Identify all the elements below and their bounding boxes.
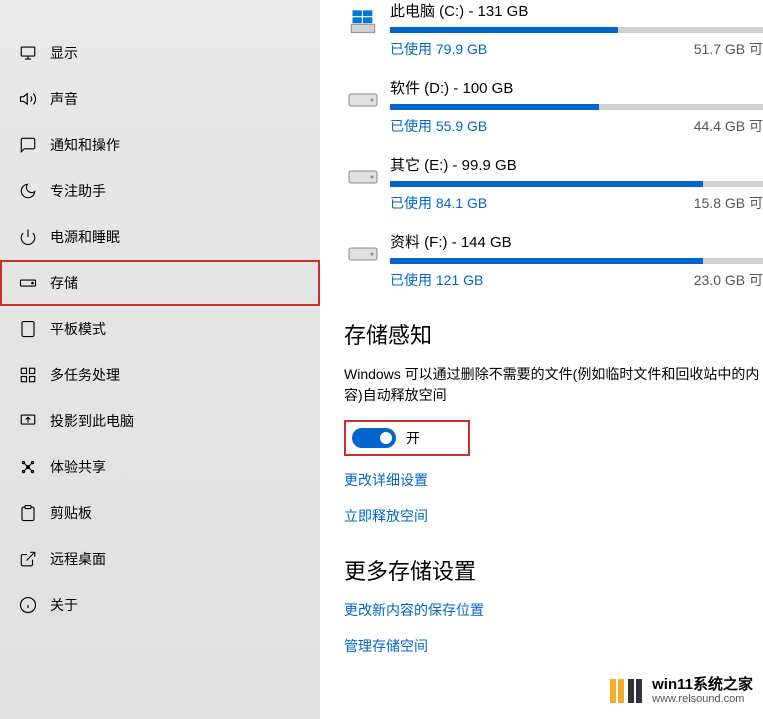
sidebar-item-label: 平板模式 (50, 319, 106, 339)
notification-icon (18, 135, 38, 155)
sidebar-item-label: 专注助手 (50, 181, 106, 201)
sidebar-item-storage[interactable]: 存储 (0, 260, 320, 306)
remote-icon (18, 549, 38, 569)
sidebar-item-label: 显示 (50, 43, 78, 63)
hdd-icon (344, 164, 382, 188)
clipboard-icon (18, 503, 38, 523)
storage-sense-title: 存储感知 (344, 318, 763, 350)
drive-progress-bar (390, 181, 763, 187)
sound-icon (18, 89, 38, 109)
sidebar-item-power[interactable]: 电源和睡眠 (0, 214, 320, 260)
sidebar-item-projecting[interactable]: 投影到此电脑 (0, 398, 320, 444)
sidebar-item-clipboard[interactable]: 剪贴板 (0, 490, 320, 536)
storage-sense-toggle-row: 开 (344, 420, 470, 456)
projecting-icon (18, 411, 38, 431)
sidebar-item-label: 体验共享 (50, 457, 106, 477)
drive-progress-bar (390, 258, 763, 264)
drive-free: 44.4 GB 可 (694, 116, 763, 136)
power-icon (18, 227, 38, 247)
sidebar-item-label: 声音 (50, 89, 78, 109)
sidebar-item-label: 投影到此电脑 (50, 411, 134, 431)
about-icon (18, 595, 38, 615)
sidebar-item-label: 剪贴板 (50, 503, 92, 523)
drive-f[interactable]: 资料 (F:) - 144 GB 已使用 121 GB 23.0 GB 可 (344, 231, 763, 290)
main-content: 此电脑 (C:) - 131 GB 已使用 79.9 GB 51.7 GB 可 … (320, 0, 763, 719)
drive-d[interactable]: 软件 (D:) - 100 GB 已使用 55.9 GB 44.4 GB 可 (344, 77, 763, 136)
sidebar-item-label: 关于 (50, 595, 78, 615)
more-settings-title: 更多存储设置 (344, 554, 763, 586)
shared-icon (18, 457, 38, 477)
sidebar-item-notifications[interactable]: 通知和操作 (0, 122, 320, 168)
sidebar-item-label: 通知和操作 (50, 135, 120, 155)
sidebar-item-about[interactable]: 关于 (0, 582, 320, 628)
sidebar-item-remote[interactable]: 远程桌面 (0, 536, 320, 582)
storage-sense-desc: Windows 可以通过删除不需要的文件(例如临时文件和回收站中的内容)自动释放… (344, 364, 763, 406)
windows-drive-icon (344, 10, 382, 34)
free-space-link[interactable]: 立即释放空间 (344, 506, 763, 526)
sidebar-item-multitask[interactable]: 多任务处理 (0, 352, 320, 398)
drive-used: 已使用 121 GB (390, 270, 483, 290)
drive-used: 已使用 84.1 GB (390, 193, 487, 213)
sidebar-item-focus[interactable]: 专注助手 (0, 168, 320, 214)
drive-free: 15.8 GB 可 (694, 193, 763, 213)
watermark-sub: www.relsound.com (652, 693, 753, 705)
change-details-link[interactable]: 更改详细设置 (344, 470, 763, 490)
sidebar-item-label: 远程桌面 (50, 549, 106, 569)
sidebar-item-label: 多任务处理 (50, 365, 120, 385)
change-save-location-link[interactable]: 更改新内容的保存位置 (344, 600, 763, 620)
focus-icon (18, 181, 38, 201)
drive-title: 其它 (E:) - 99.9 GB (390, 154, 763, 175)
drive-title: 此电脑 (C:) - 131 GB (390, 0, 763, 21)
storage-sense-toggle[interactable] (352, 428, 396, 448)
drive-free: 23.0 GB 可 (694, 270, 763, 290)
sidebar-item-label: 电源和睡眠 (50, 227, 120, 247)
sidebar-item-display[interactable]: 显示 (0, 30, 320, 76)
watermark-logo-icon (608, 673, 644, 709)
sidebar-item-label: 存储 (50, 273, 78, 293)
watermark: win11系统之家 www.relsound.com (608, 673, 753, 709)
drive-title: 软件 (D:) - 100 GB (390, 77, 763, 98)
hdd-icon (344, 241, 382, 265)
sidebar: 显示 声音 通知和操作 专注助手 电源和睡眠 (0, 0, 320, 719)
drive-e[interactable]: 其它 (E:) - 99.9 GB 已使用 84.1 GB 15.8 GB 可 (344, 154, 763, 213)
drive-used: 已使用 79.9 GB (390, 39, 487, 59)
drive-free: 51.7 GB 可 (694, 39, 763, 59)
drive-used: 已使用 55.9 GB (390, 116, 487, 136)
storage-icon (18, 273, 38, 293)
drive-progress-bar (390, 104, 763, 110)
manage-storage-link[interactable]: 管理存储空间 (344, 636, 763, 656)
toggle-label: 开 (406, 428, 420, 448)
drive-title: 资料 (F:) - 144 GB (390, 231, 763, 252)
sidebar-item-shared[interactable]: 体验共享 (0, 444, 320, 490)
drive-progress-bar (390, 27, 763, 33)
sidebar-item-sound[interactable]: 声音 (0, 76, 320, 122)
tablet-icon (18, 319, 38, 339)
sidebar-item-tablet[interactable]: 平板模式 (0, 306, 320, 352)
hdd-icon (344, 87, 382, 111)
multitask-icon (18, 365, 38, 385)
watermark-main: win11系统之家 (652, 677, 753, 694)
drive-c[interactable]: 此电脑 (C:) - 131 GB 已使用 79.9 GB 51.7 GB 可 (344, 0, 763, 59)
display-icon (18, 43, 38, 63)
